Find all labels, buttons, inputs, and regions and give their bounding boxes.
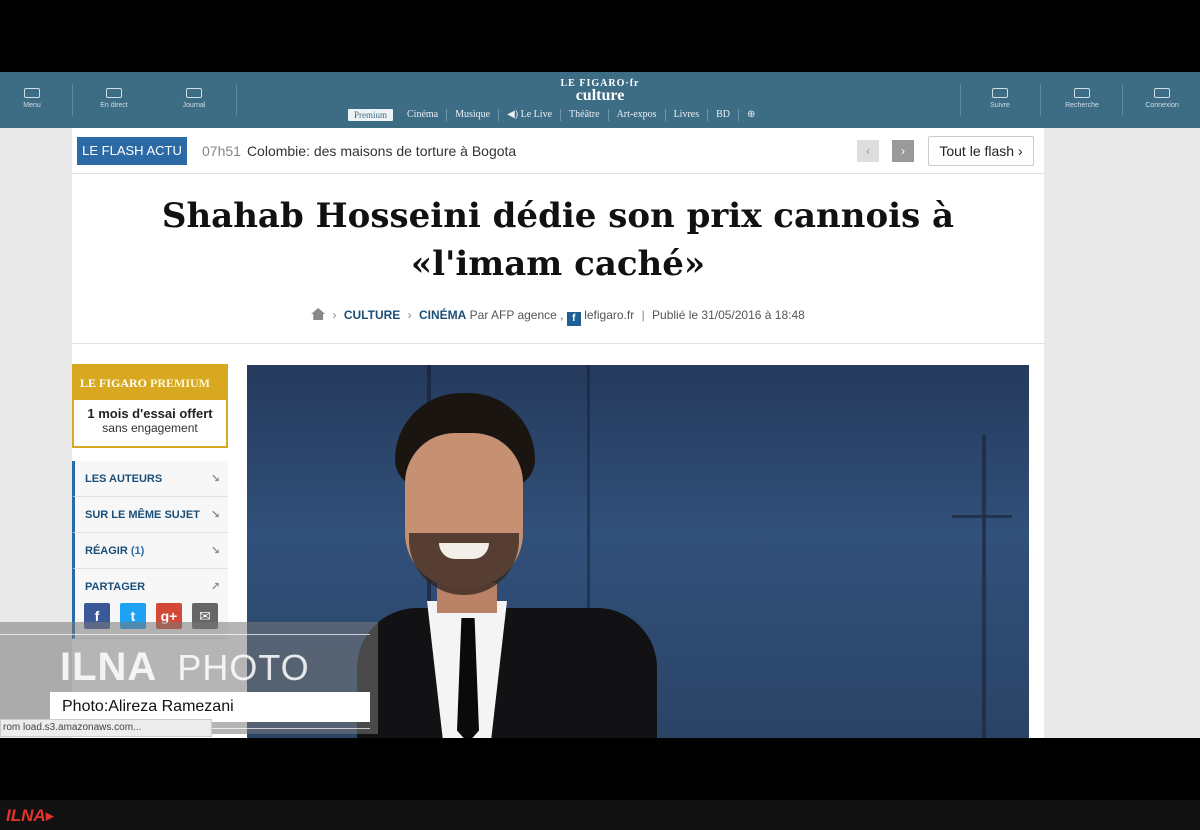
arrow-icon: ↘ (210, 509, 220, 521)
divider (72, 343, 1044, 344)
flash-bar: LE FLASH ACTU 07h51 Colombie: des maisons… (72, 128, 1044, 174)
share-icon[interactable]: ↗ (211, 569, 220, 605)
nav-musique[interactable]: Musique (447, 109, 500, 121)
nav-bd[interactable]: BD (708, 109, 740, 121)
flash-headline[interactable]: 07h51 Colombie: des maisons de torture à … (202, 143, 516, 159)
ilna-logo: ILNA▸ (6, 806, 55, 825)
follow-button[interactable]: Suivre (970, 88, 1030, 109)
divider (236, 84, 237, 116)
flash-badge[interactable]: LE FLASH ACTU (77, 137, 187, 165)
section-nav: Premium Cinéma Musique ◀) Le Live Théâtr… (348, 109, 763, 121)
nav-livres[interactable]: Livres (666, 109, 709, 121)
home-icon[interactable] (311, 308, 326, 320)
article-title: Shahab Hosseini dédie son prix cannois à… (161, 196, 955, 284)
nav-more-icon[interactable]: ⊕ (739, 109, 763, 121)
browser-status-bar: rom load.s3.amazonaws.com... (0, 719, 212, 737)
flash-prev-button[interactable]: ‹ (857, 140, 879, 162)
sidebar-item-same-subject[interactable]: SUR LE MÊME SUJET ↘ (72, 497, 228, 533)
author: Par AFP agence , (469, 308, 564, 322)
watermark-line (0, 634, 370, 635)
divider (1040, 84, 1041, 116)
premium-offer[interactable]: LE FIGARO PREMIUM 1 mois d'essai offert … (72, 364, 228, 448)
menu-button[interactable]: Menu (2, 88, 62, 109)
flash-next-button[interactable]: › (892, 140, 914, 162)
breadcrumb-cinema[interactable]: CINÉMA (419, 308, 466, 322)
journal-icon (186, 88, 202, 98)
person-image (357, 393, 677, 738)
bottom-bar (0, 800, 1200, 830)
nav-premium[interactable]: Premium (348, 109, 393, 121)
divider (960, 84, 961, 116)
nav-theatre[interactable]: Théâtre (561, 109, 609, 121)
chevron-right-icon: › (332, 308, 337, 322)
arrow-icon: ↘ (210, 473, 220, 485)
journal-button[interactable]: Journal (164, 88, 224, 109)
site-logo[interactable]: LE FIGARO·fr culture (500, 78, 700, 104)
top-nav-bar: Menu En direct Journal LE FIGARO·fr cult… (0, 72, 1200, 128)
screenshot-frame: Menu En direct Journal LE FIGARO·fr cult… (0, 0, 1200, 830)
all-flash-button[interactable]: Tout le flash › (928, 136, 1034, 166)
user-icon (1154, 88, 1170, 98)
live-icon (106, 88, 122, 98)
lefigaro-icon: f (566, 312, 581, 326)
publish-date: Publié le 31/05/2016 à 18:48 (652, 308, 805, 322)
photo-credit: Photo:Alireza Ramezani (50, 692, 370, 722)
sidebar-item-authors[interactable]: LES AUTEURS ↘ (72, 461, 228, 497)
nav-le-live[interactable]: ◀) Le Live (499, 109, 562, 121)
nav-art-expos[interactable]: Art-expos (609, 109, 666, 121)
breadcrumb-culture[interactable]: CULTURE (344, 308, 400, 322)
live-button[interactable]: En direct (84, 88, 144, 109)
article-meta: › CULTURE › CINÉMA Par AFP agence , f le… (72, 308, 1044, 326)
arrow-icon: ↘ (210, 545, 220, 557)
divider (1122, 84, 1123, 116)
sidebar-item-react[interactable]: RÉAGIR (1) ↘ (72, 533, 228, 569)
menu-icon (24, 88, 40, 98)
chevron-right-icon: › (407, 308, 412, 322)
nav-cinema[interactable]: Cinéma (399, 109, 448, 121)
search-button[interactable]: Recherche (1052, 88, 1112, 109)
watermark-title: ILNA PHOTO (60, 645, 310, 689)
source[interactable]: lefigaro.fr (584, 308, 634, 322)
login-button[interactable]: Connexion (1132, 88, 1192, 109)
follow-icon (992, 88, 1008, 98)
divider (72, 84, 73, 116)
search-icon (1074, 88, 1090, 98)
